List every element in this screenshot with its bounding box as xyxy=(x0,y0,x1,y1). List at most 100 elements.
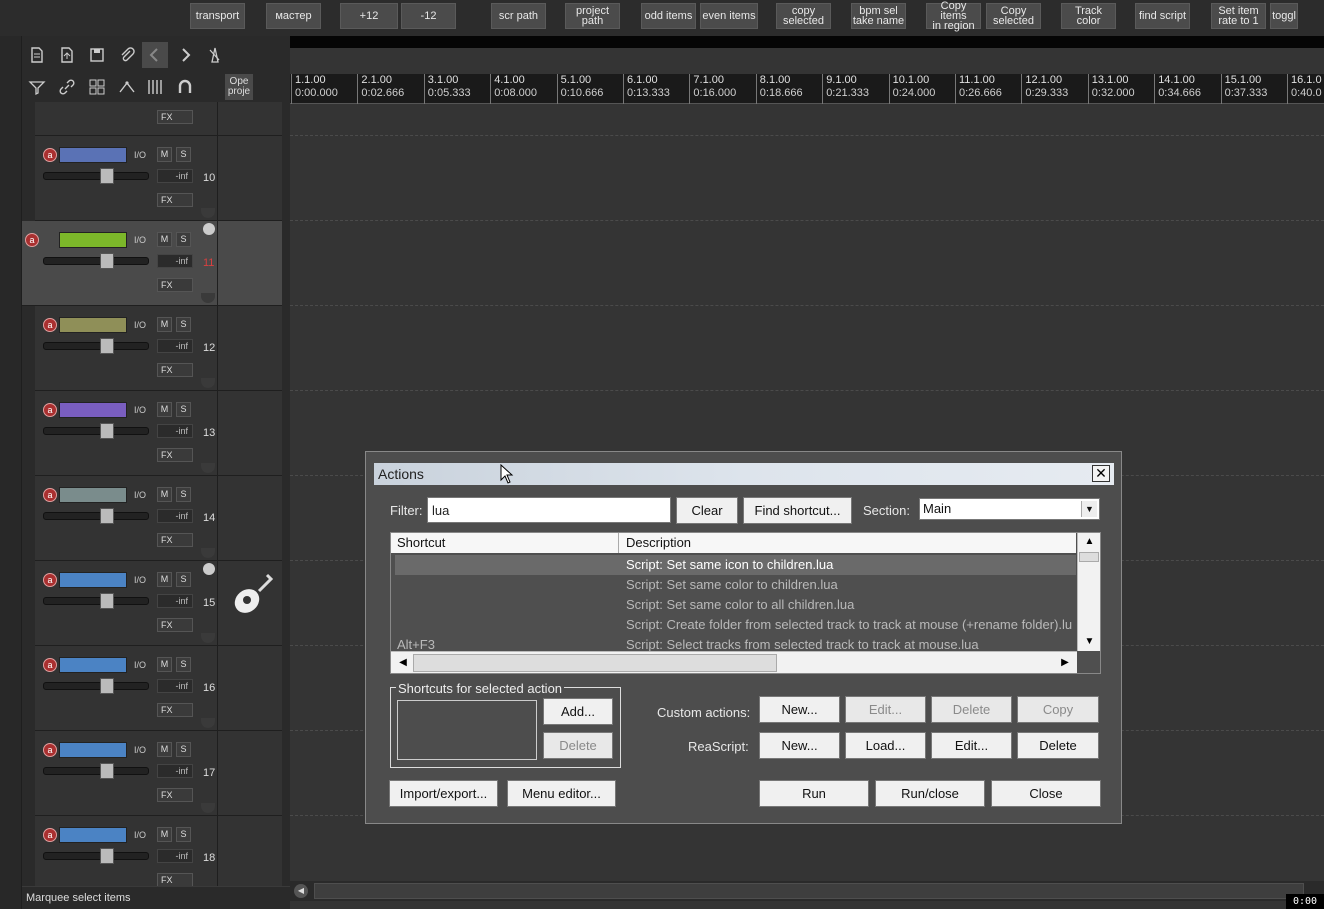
magnet-icon[interactable] xyxy=(172,74,198,100)
mute-button[interactable]: M xyxy=(157,147,172,162)
toolbar-button-8[interactable]: copy selected xyxy=(776,3,831,29)
chevron-down-icon[interactable]: ▼ xyxy=(1081,501,1097,517)
track-row[interactable]: a I/O M S -inf FX 10 xyxy=(35,136,282,221)
list-horizontal-scrollbar[interactable]: ◀ ▶ xyxy=(391,651,1077,673)
toolbar-button-12[interactable]: Track color xyxy=(1061,3,1116,29)
toolbar-button-4[interactable]: scr path xyxy=(491,3,546,29)
record-arm-button[interactable]: a xyxy=(43,573,57,587)
reascript-delete-button[interactable]: Delete xyxy=(1017,732,1099,759)
scroll-left-icon[interactable]: ◀ xyxy=(393,654,413,672)
horizontal-scrollbar[interactable]: ◀ xyxy=(290,881,1324,901)
snap-grid-icon[interactable] xyxy=(142,74,168,100)
volume-fader[interactable] xyxy=(43,678,149,694)
toolbar-button-3[interactable]: -12 xyxy=(401,3,456,29)
folder-toggle[interactable] xyxy=(201,803,215,813)
fx-button[interactable]: FX xyxy=(157,618,193,632)
dialog-titlebar[interactable]: Actions ✕ xyxy=(374,463,1114,485)
record-arm-button[interactable]: a xyxy=(43,488,57,502)
io-button[interactable]: I/O xyxy=(129,318,151,332)
scroll-down-icon[interactable]: ▼ xyxy=(1078,633,1101,651)
toolbar-button-11[interactable]: Copy selected xyxy=(986,3,1041,29)
paperclip-icon[interactable] xyxy=(114,42,140,68)
undo-icon[interactable] xyxy=(142,42,168,68)
open-project-icon[interactable] xyxy=(54,42,80,68)
record-arm-button[interactable]: a xyxy=(25,233,39,247)
track-name-field[interactable] xyxy=(59,742,127,758)
solo-button[interactable]: S xyxy=(176,742,191,757)
toolbar-button-5[interactable]: project path xyxy=(565,3,620,29)
fx-button[interactable]: FX xyxy=(157,110,193,124)
toolbar-button-0[interactable]: transport xyxy=(190,3,245,29)
record-arm-button[interactable]: a xyxy=(43,658,57,672)
track-row[interactable]: a I/O M S -inf FX 14 xyxy=(35,476,282,561)
folder-state-icon[interactable] xyxy=(203,563,215,575)
fader-knob[interactable] xyxy=(100,678,114,694)
toolbar-button-7[interactable]: even items xyxy=(700,3,758,29)
io-button[interactable]: I/O xyxy=(129,828,151,842)
fx-button[interactable]: FX xyxy=(157,703,193,717)
add-shortcut-button[interactable]: Add... xyxy=(543,698,613,725)
fx-button[interactable]: FX xyxy=(157,448,193,462)
mute-button[interactable]: M xyxy=(157,487,172,502)
fx-button[interactable]: FX xyxy=(157,278,193,292)
run-close-button[interactable]: Run/close xyxy=(875,780,985,807)
custom-edit-button[interactable]: Edit... xyxy=(845,696,926,723)
volume-fader[interactable] xyxy=(43,423,149,439)
folder-toggle[interactable] xyxy=(201,208,215,218)
solo-button[interactable]: S xyxy=(176,317,191,332)
track-row[interactable]: a I/O M S -inf FX 17 xyxy=(35,731,282,816)
io-button[interactable]: I/O xyxy=(129,488,151,502)
clear-button[interactable]: Clear xyxy=(676,497,738,524)
track-row[interactable]: a I/O M S -inf FX 16 xyxy=(35,646,282,731)
folder-toggle[interactable] xyxy=(201,378,215,388)
track-name-field[interactable] xyxy=(59,572,127,588)
filter-input[interactable] xyxy=(427,497,671,523)
fader-knob[interactable] xyxy=(100,253,114,269)
close-icon[interactable]: ✕ xyxy=(1092,465,1110,482)
volume-fader[interactable] xyxy=(43,848,149,864)
metronome-icon[interactable] xyxy=(202,42,228,68)
toolbar-button-10[interactable]: Copy items in region xyxy=(926,1,981,32)
actions-list[interactable]: Shortcut Description Script: Set same ic… xyxy=(390,532,1101,674)
fader-knob[interactable] xyxy=(100,338,114,354)
solo-button[interactable]: S xyxy=(176,572,191,587)
record-arm-button[interactable]: a xyxy=(43,828,57,842)
ripple-edit-icon[interactable] xyxy=(24,74,50,100)
solo-button[interactable]: S xyxy=(176,232,191,247)
close-button[interactable]: Close xyxy=(991,780,1101,807)
track-name-field[interactable] xyxy=(59,487,127,503)
toolbar-button-15[interactable]: toggl xyxy=(1270,3,1298,29)
fx-button[interactable]: FX xyxy=(157,193,193,207)
fader-knob[interactable] xyxy=(100,593,114,609)
io-button[interactable]: I/O xyxy=(129,658,151,672)
volume-fader[interactable] xyxy=(43,593,149,609)
solo-button[interactable]: S xyxy=(176,657,191,672)
run-button[interactable]: Run xyxy=(759,780,869,807)
folder-toggle[interactable] xyxy=(201,548,215,558)
fader-knob[interactable] xyxy=(100,508,114,524)
io-button[interactable]: I/O xyxy=(129,573,151,587)
shortcuts-listbox[interactable] xyxy=(397,700,537,760)
volume-fader[interactable] xyxy=(43,338,149,354)
reascript-new-button[interactable]: New... xyxy=(759,732,840,759)
mute-button[interactable]: M xyxy=(157,657,172,672)
scrollbar-thumb[interactable] xyxy=(1079,552,1099,562)
mute-button[interactable]: M xyxy=(157,742,172,757)
io-button[interactable]: I/O xyxy=(129,403,151,417)
toolbar-button-14[interactable]: Set item rate to 1 xyxy=(1211,3,1266,29)
io-button[interactable]: I/O xyxy=(129,233,151,247)
toolbar-button-13[interactable]: find script xyxy=(1135,3,1190,29)
track-name-field[interactable] xyxy=(59,147,127,163)
io-button[interactable]: I/O xyxy=(129,148,151,162)
volume-fader[interactable] xyxy=(43,508,149,524)
folder-toggle[interactable] xyxy=(201,633,215,643)
timeline-ruler[interactable]: 1.1.00 0:00.000 2.1.00 0:02.666 3.1.00 0:05.3… xyxy=(290,74,1324,104)
fader-knob[interactable] xyxy=(100,423,114,439)
grid-icon[interactable] xyxy=(84,74,110,100)
list-item[interactable]: Script: Create folder from selected trac… xyxy=(395,615,1076,635)
solo-button[interactable]: S xyxy=(176,147,191,162)
fx-button[interactable]: FX xyxy=(157,533,193,547)
record-arm-button[interactable]: a xyxy=(43,743,57,757)
scroll-left-icon[interactable]: ◀ xyxy=(294,884,308,898)
new-project-icon[interactable] xyxy=(24,42,50,68)
